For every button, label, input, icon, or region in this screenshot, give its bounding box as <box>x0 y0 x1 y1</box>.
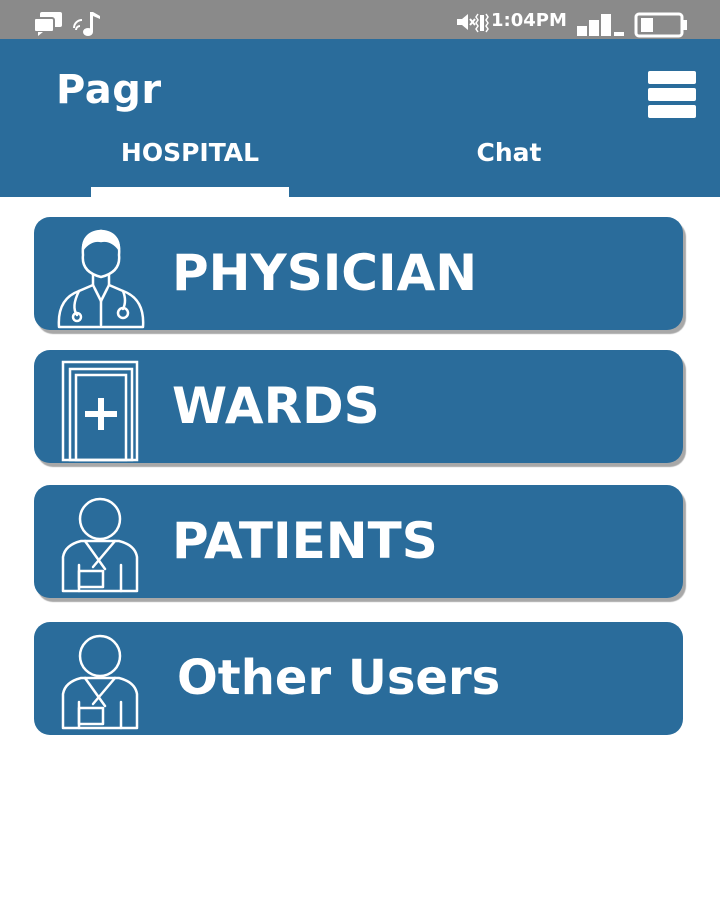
patients-label: PATIENTS <box>172 512 438 570</box>
physician-button[interactable]: PHYSICIAN <box>34 217 683 330</box>
other-users-label: Other Users <box>177 650 501 706</box>
user-icon <box>61 634 139 730</box>
signal-icon <box>577 14 624 36</box>
doctor-icon <box>57 229 145 329</box>
status-bar: 1:04PM <box>0 0 720 39</box>
patient-icon <box>61 497 139 593</box>
battery-icon <box>634 12 687 38</box>
music-note-icon <box>73 12 100 36</box>
wards-label: WARDS <box>172 377 380 435</box>
vibrate-icon <box>475 13 489 33</box>
status-time: 1:04PM <box>491 10 567 31</box>
wards-button[interactable]: WARDS <box>34 350 683 463</box>
tab-hospital[interactable]: HOSPITAL <box>91 135 289 175</box>
hamburger-menu-icon[interactable] <box>648 71 696 119</box>
tab-chat[interactable]: Chat <box>410 135 608 175</box>
app-title: Pagr <box>56 67 162 113</box>
mute-icon <box>457 14 476 30</box>
ward-door-icon <box>61 360 139 462</box>
chat-notification-icon <box>34 12 62 36</box>
other-users-button[interactable]: Other Users <box>34 622 683 735</box>
app-bar: Pagr HOSPITAL Chat <box>0 39 720 197</box>
physician-label: PHYSICIAN <box>172 244 478 302</box>
tab-selected-indicator <box>91 187 289 197</box>
patients-button[interactable]: PATIENTS <box>34 485 683 598</box>
